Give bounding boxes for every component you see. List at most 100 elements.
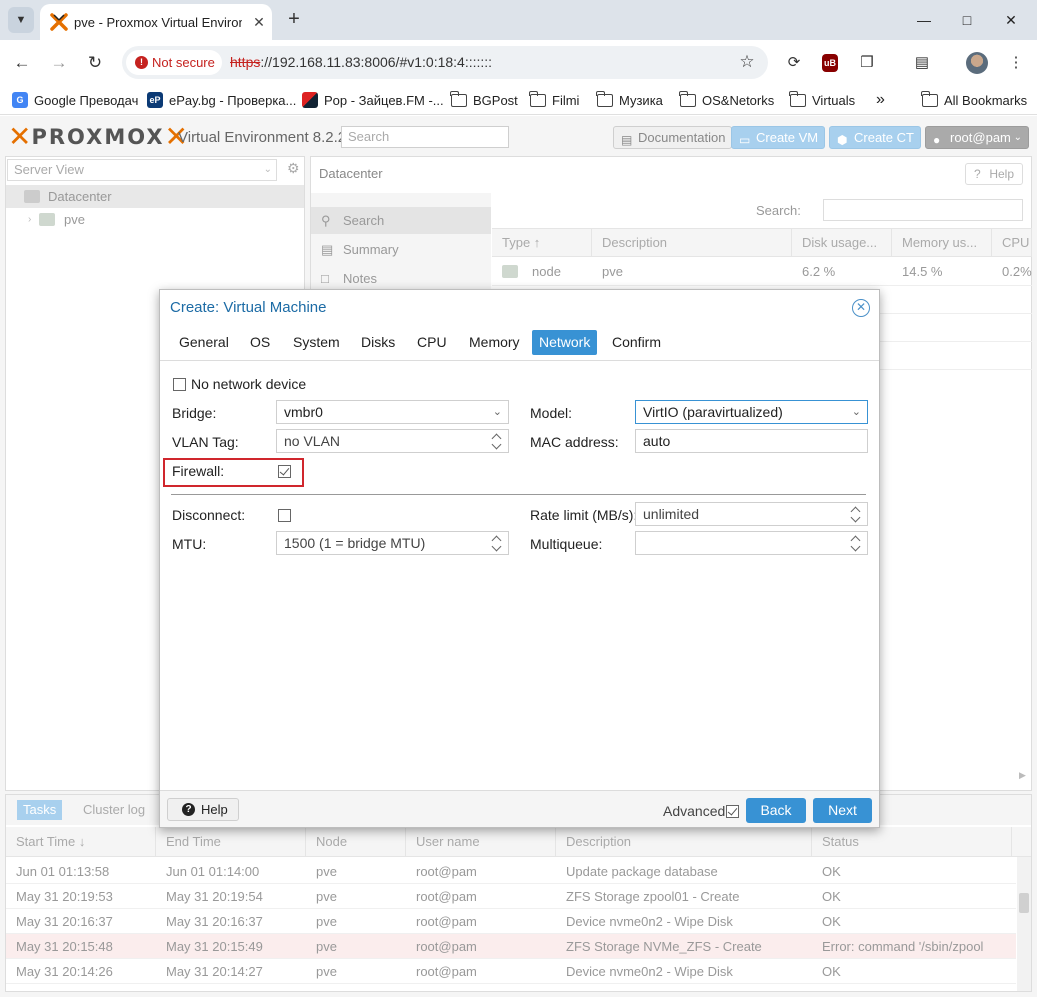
extension-sync-icon[interactable]: ⟳ [783, 52, 805, 74]
column-description[interactable]: Description [592, 229, 792, 257]
bookmark-google-translate[interactable]: G Google Преводач [12, 91, 138, 109]
bookmark-zaycev[interactable]: Pop - Зайцев.FM -... [302, 91, 444, 109]
column-memory[interactable]: Memory us... [892, 229, 992, 257]
maximize-icon[interactable]: □ [952, 8, 982, 32]
tree-item-datacenter[interactable]: Datacenter [6, 185, 304, 208]
bookmark-bgpost[interactable]: BGPost [450, 90, 518, 109]
table-row[interactable]: Jun 01 01:13:58 Jun 01 01:14:00 pve root… [6, 859, 1016, 884]
spinner-arrows-icon[interactable] [852, 506, 861, 522]
tab-memory[interactable]: Memory [462, 330, 527, 355]
url-rest: ://192.168.11.83:8006/#v1:0:18:4::::::: [260, 54, 493, 70]
scrollbar-thumb[interactable] [1019, 893, 1029, 913]
browser-tab-active[interactable]: pve - Proxmox Virtual Environme ✕ [40, 4, 272, 40]
close-icon[interactable]: ✕ [852, 299, 870, 317]
column-start-time[interactable]: Start Time ↓ [6, 827, 156, 856]
column-user-name[interactable]: User name [406, 827, 556, 856]
bookmark-epay[interactable]: eP ePay.bg - Проверка... [147, 91, 296, 109]
column-disk[interactable]: Disk usage... [792, 229, 892, 257]
table-row[interactable]: node pve 6.2 % 14.5 % 0.2% [492, 258, 1032, 286]
bridge-select[interactable]: vmbr0 ⌄ [276, 400, 509, 424]
mac-address-input[interactable]: auto [635, 429, 868, 453]
tree-item-pve[interactable]: › pve [6, 208, 304, 231]
nav-item-search[interactable]: ⚲ Search [311, 207, 491, 234]
firewall-checkbox[interactable] [278, 465, 291, 478]
gear-icon[interactable]: ⚙ [287, 160, 300, 177]
nav-item-summary[interactable]: ▤ Summary [311, 236, 491, 263]
mtu-spinner[interactable]: 1500 (1 = bridge MTU) [276, 531, 509, 555]
spinner-arrows-icon[interactable] [493, 535, 502, 551]
disconnect-checkbox[interactable] [278, 509, 291, 522]
back-arrow-icon[interactable]: ← [10, 51, 34, 75]
pve-search-input[interactable]: Search [341, 126, 509, 148]
nav-item-notes[interactable]: □ Notes [311, 265, 491, 292]
tab-general[interactable]: General [172, 330, 236, 355]
create-vm-button[interactable]: ▭ Create VM [731, 126, 826, 149]
column-cpu[interactable]: CPU [992, 229, 1032, 257]
search-icon: ⚲ [321, 213, 331, 228]
next-button[interactable]: Next [813, 798, 872, 823]
profile-avatar[interactable] [966, 52, 988, 74]
translate-icon: G [12, 92, 28, 108]
column-node[interactable]: Node [306, 827, 406, 856]
bookmark-virtuals[interactable]: Virtuals [789, 90, 855, 109]
help-button[interactable]: ? Help [167, 798, 239, 821]
bookmark-muzika[interactable]: Музика [596, 90, 663, 109]
tab-network[interactable]: Network [532, 330, 598, 355]
tab-tasks[interactable]: Tasks [17, 800, 63, 820]
bookmarks-overflow-button[interactable]: » [876, 91, 885, 109]
column-end-time[interactable]: End Time [156, 827, 306, 856]
multiqueue-spinner[interactable] [635, 531, 868, 555]
tasks-scrollbar[interactable] [1017, 857, 1031, 991]
tab-system[interactable]: System [286, 330, 347, 355]
tab-cpu[interactable]: CPU [410, 330, 454, 355]
vlan-tag-spinner[interactable]: no VLAN [276, 429, 509, 453]
bookmark-os-networks[interactable]: OS&Netorks [679, 90, 774, 109]
tab-search-button[interactable]: ▼ [8, 7, 34, 33]
reading-list-icon[interactable]: ▤ [911, 52, 933, 74]
datacenter-search-input[interactable] [823, 199, 1023, 221]
address-bar[interactable]: ! Not secure https://192.168.11.83:8006/… [122, 46, 768, 79]
model-select[interactable]: VirtIO (paravirtualized) ⌄ [635, 400, 868, 424]
table-row[interactable]: May 31 20:14:26 May 31 20:14:27 pve root… [6, 959, 1016, 984]
create-ct-button[interactable]: ⬢ Create CT [829, 126, 921, 149]
all-bookmarks-button[interactable]: All Bookmarks [921, 90, 1027, 109]
table-row[interactable]: May 31 20:16:37 May 31 20:16:37 pve root… [6, 909, 1016, 934]
tab-close-icon[interactable]: ✕ [250, 13, 268, 31]
spinner-arrows-icon[interactable] [852, 535, 861, 551]
server-view-select[interactable]: Server View ⌄ [7, 159, 277, 181]
menu-kebab-icon[interactable]: ⋮ [1005, 52, 1027, 74]
no-network-device-checkbox[interactable] [173, 378, 186, 391]
column-type[interactable]: Type ↑ [492, 229, 592, 257]
datacenter-help-button[interactable]: ? Help [965, 163, 1023, 185]
table-row-error[interactable]: May 31 20:15:48 May 31 20:15:49 pve root… [6, 934, 1016, 959]
minimize-icon[interactable]: — [909, 8, 939, 32]
rate-limit-spinner[interactable]: unlimited [635, 502, 868, 526]
not-secure-chip[interactable]: ! Not secure [126, 50, 222, 75]
extensions-puzzle-icon[interactable]: ❒ [856, 52, 878, 74]
tab-confirm[interactable]: Confirm [605, 330, 668, 355]
bookmark-star-icon[interactable]: ☆ [736, 51, 758, 73]
url-text[interactable]: https://192.168.11.83:8006/#v1:0:18:4:::… [230, 54, 492, 70]
reload-icon[interactable]: ↻ [83, 51, 107, 75]
table-row[interactable]: May 31 20:19:53 May 31 20:19:54 pve root… [6, 884, 1016, 909]
tab-cluster-log[interactable]: Cluster log [77, 800, 151, 820]
datacenter-icon [24, 190, 40, 203]
new-tab-icon[interactable]: + [283, 8, 305, 30]
documentation-button[interactable]: ▤ Documentation [613, 126, 733, 149]
spinner-arrows-icon[interactable] [493, 433, 502, 449]
tab-os[interactable]: OS [243, 330, 277, 355]
column-status[interactable]: Status [812, 827, 1012, 856]
back-button[interactable]: Back [746, 798, 806, 823]
user-menu-button[interactable]: ● root@pam ⌄ [925, 126, 1029, 149]
ublock-icon[interactable]: uB [822, 54, 838, 72]
column-description[interactable]: Description [556, 827, 812, 856]
browser-tab-bar: ▼ pve - Proxmox Virtual Environme ✕ + — … [0, 0, 1037, 40]
advanced-checkbox[interactable] [726, 805, 739, 818]
chevron-down-icon: ⌄ [492, 406, 502, 418]
scroll-right-icon[interactable]: ▶ [1019, 770, 1026, 781]
tasks-header: Start Time ↓ End Time Node User name Des… [6, 827, 1031, 857]
tab-disks[interactable]: Disks [354, 330, 402, 355]
window-close-icon[interactable]: ✕ [996, 8, 1026, 32]
forward-arrow-icon[interactable]: → [47, 51, 71, 75]
bookmark-filmi[interactable]: Filmi [529, 90, 579, 109]
